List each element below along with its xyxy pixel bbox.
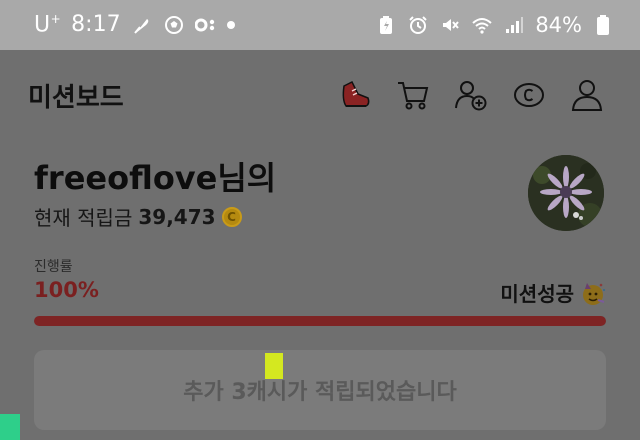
status-bar: U+ 8:17 84% xyxy=(0,0,640,50)
add-friend-icon[interactable] xyxy=(454,78,488,112)
progress-bar xyxy=(34,316,606,326)
party-face-icon xyxy=(580,280,606,306)
battery-saver-icon xyxy=(375,14,397,36)
progress-bar-fill xyxy=(34,316,606,326)
status-left: U+ 8:17 xyxy=(34,12,235,38)
feather-icon xyxy=(131,14,153,36)
alarm-icon xyxy=(407,14,429,36)
profile-icon[interactable] xyxy=(570,78,604,112)
header-icons xyxy=(338,78,604,112)
app-header: 미션보드 xyxy=(0,50,640,140)
highlight-marker xyxy=(265,353,283,379)
reward-notice[interactable]: 추가 3캐시가 적립되었습니다 xyxy=(34,350,606,430)
wifi-icon xyxy=(471,14,493,36)
balance-row: 현재 적립금 39,473 C xyxy=(34,202,276,231)
soccer-ball-icon xyxy=(163,14,185,36)
mission-status: 미션성공 xyxy=(500,278,606,307)
mission-status-text: 미션성공 xyxy=(500,282,574,306)
glasses-icon xyxy=(194,14,217,36)
status-right: 84% xyxy=(375,13,614,37)
battery-icon xyxy=(592,14,614,36)
profile-summary: freeoflove님의 현재 적립금 39,473 C xyxy=(34,158,276,231)
carrier-label: U+ xyxy=(34,12,62,38)
battery-percent: 84% xyxy=(535,13,582,37)
username: freeoflove님의 xyxy=(34,159,277,197)
progress-percent: 100% xyxy=(34,278,99,302)
progress-label: 진행률 xyxy=(34,259,73,275)
highlight-marker xyxy=(0,414,20,440)
coin-c-icon[interactable] xyxy=(512,78,546,112)
balance-value: 39,473 xyxy=(138,204,216,229)
cart-icon[interactable] xyxy=(396,78,430,112)
signal-icon xyxy=(503,14,525,36)
dot-icon xyxy=(226,20,235,29)
balance-label: 현재 적립금 xyxy=(34,206,133,230)
coin-icon: C xyxy=(221,206,242,227)
clock: 8:17 xyxy=(71,12,121,38)
page-title: 미션보드 xyxy=(28,82,124,113)
shoe-icon[interactable] xyxy=(338,78,372,112)
mute-icon xyxy=(439,14,461,36)
avatar[interactable] xyxy=(528,155,604,231)
reward-notice-text: 추가 3캐시가 적립되었습니다 xyxy=(183,380,457,405)
